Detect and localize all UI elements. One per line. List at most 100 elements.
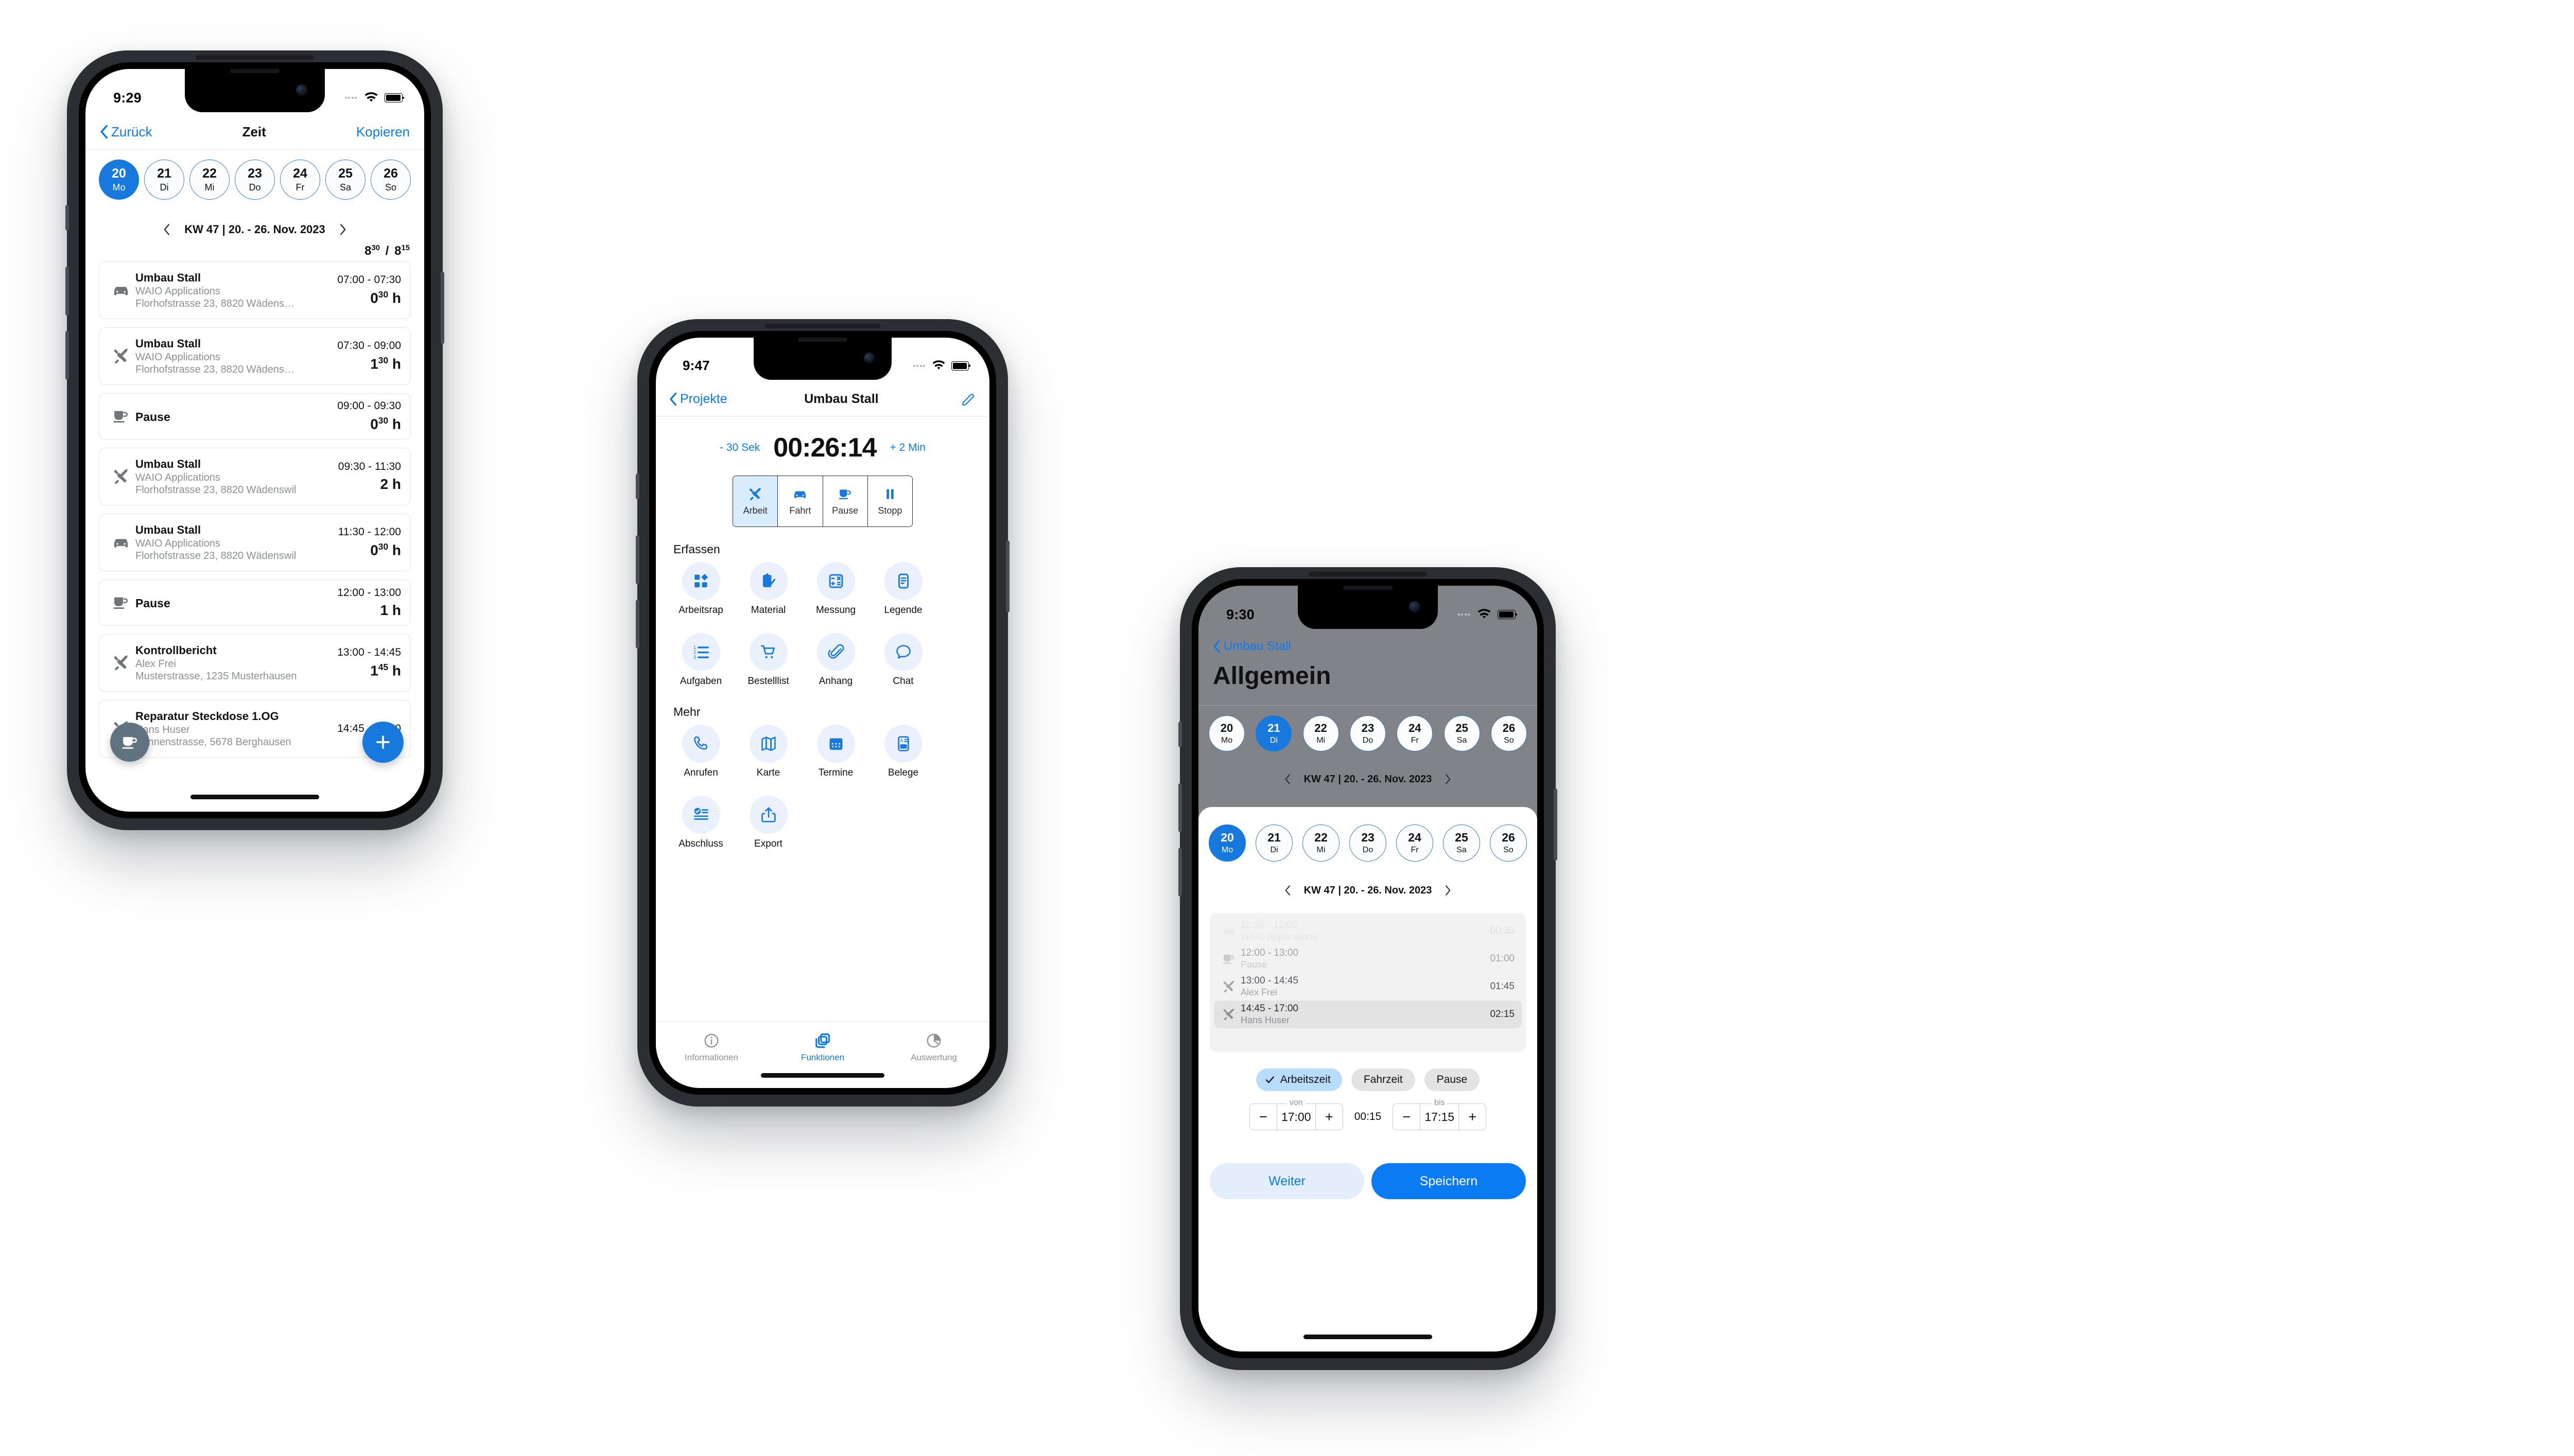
mode-arbeit[interactable]: Arbeit [733, 476, 778, 527]
edit-button[interactable] [955, 391, 976, 407]
day-pill-mo[interactable]: 20 Mo [1209, 825, 1246, 862]
day-pill-fr[interactable]: 24 Fr [1396, 825, 1433, 862]
table-row[interactable]: Umbau Stall WAIO Applications Florhofstras… [99, 327, 411, 385]
table-row[interactable]: Pause 09:00 - 09:30 030 h [99, 393, 411, 440]
day-pill-sa[interactable]: 25 Sa [1443, 715, 1480, 751]
entry-list-box[interactable]: 11:30 - 12:00 WAIO Applications 00:30 12:00… [1210, 913, 1526, 1052]
grid-item-anhang[interactable]: Anhang [802, 633, 869, 704]
timer-plus-button[interactable]: + 2 Min [890, 442, 925, 454]
entry-text: Umbau Stall WAIO Applications Florhofstras… [135, 523, 331, 562]
chevron-right-icon[interactable] [340, 224, 346, 235]
grid-item-chat[interactable]: Chat [869, 633, 937, 704]
day-pill-di[interactable]: 21 Di [1256, 825, 1293, 862]
day-pill-mi[interactable]: 22 Mi [1302, 715, 1339, 751]
to-time-value[interactable]: 17:15 [1420, 1104, 1459, 1130]
to-plus-button[interactable]: + [1459, 1104, 1486, 1130]
sheet-day-selector[interactable]: 20 Mo 21 Di 22 Mi 23 Do 24 Fr 25 Sa 26 So [1209, 825, 1527, 862]
mode-fahrt[interactable]: Fahrt [778, 476, 823, 527]
pause-fab-button[interactable] [110, 723, 149, 762]
back-button[interactable]: Zurück [100, 124, 152, 140]
grid-item-export[interactable]: Export [735, 796, 802, 867]
mode-stopp[interactable]: Stopp [867, 476, 912, 527]
weiter-button[interactable]: Weiter [1210, 1163, 1364, 1199]
sheet-week-navigator[interactable]: KW 47 | 20. - 26. Nov. 2023 [1198, 881, 1537, 900]
bg-back-button[interactable]: Umbau Stall [1213, 639, 1291, 654]
back-button[interactable]: Projekte [669, 392, 727, 407]
sheet-list-item[interactable]: 12:00 - 13:00 Pause 01:00 [1214, 945, 1522, 973]
day-pill-di[interactable]: 21 Di [144, 160, 184, 200]
day-pill-sa[interactable]: 25 Sa [1443, 825, 1480, 862]
copy-button[interactable]: Kopieren [356, 124, 410, 140]
week-navigator[interactable]: KW 47 | 20. - 26. Nov. 2023 [85, 219, 424, 240]
table-row[interactable]: Kontrollbericht Alex Frei Musterstrasse, 1… [99, 634, 411, 692]
grid-item-abschluss[interactable]: Abschluss [667, 796, 735, 867]
tab-funktionen[interactable]: Funktionen [767, 1022, 878, 1074]
grid-item-anrufen[interactable]: Anrufen [667, 725, 735, 796]
erfassen-grid[interactable]: Arbeitsrap Material Messung Legende 1 2 3 Aufga… [667, 562, 984, 704]
sheet-list-item[interactable]: 14:45 - 17:00 Hans Huser 02:15 [1214, 1001, 1522, 1028]
day-pill-di[interactable]: 21 Di [1256, 715, 1292, 751]
type-chip-group[interactable]: Arbeitszeit Fahrzeit Pause [1198, 1068, 1537, 1091]
grid-item-arbeitsrap[interactable]: Arbeitsrap [667, 562, 735, 633]
grid-item-bestelllist[interactable]: Bestelllist [735, 633, 802, 704]
time-entry-list[interactable]: Umbau Stall WAIO Applications Florhofstras… [99, 261, 411, 812]
from-time-stepper[interactable]: von − 17:00 + [1249, 1098, 1343, 1130]
grid-item-material[interactable]: Material [735, 562, 802, 633]
day-pill-so[interactable]: 26 So [1490, 825, 1527, 862]
to-time-stepper[interactable]: bis − 17:15 + [1393, 1098, 1487, 1130]
add-entry-fab-button[interactable] [362, 722, 404, 763]
grid-item-termine[interactable]: Termine [802, 725, 869, 796]
chevron-right-icon[interactable] [1445, 885, 1451, 896]
to-minus-button[interactable]: − [1393, 1104, 1420, 1130]
table-row[interactable]: Umbau Stall WAIO Applications Florhofstras… [99, 514, 411, 571]
chip-arbeitszeit[interactable]: Arbeitszeit [1256, 1068, 1342, 1091]
speichern-button[interactable]: Speichern [1371, 1163, 1526, 1199]
grid-item-legende[interactable]: Legende [869, 562, 937, 633]
mode-pause[interactable]: Pause [823, 476, 868, 527]
day-pill-do[interactable]: 23 Do [1349, 715, 1386, 751]
day-pill-sa[interactable]: 25 Sa [325, 160, 366, 200]
tab-bar[interactable]: Informationen Funktionen Auswertung [656, 1021, 989, 1088]
bg-week-navigator[interactable]: KW 47 | 20. - 26. Nov. 2023 [1198, 770, 1537, 788]
chip-pause[interactable]: Pause [1424, 1068, 1480, 1091]
day-pill-mi[interactable]: 22 Mi [189, 160, 230, 200]
grid-item-aufgaben[interactable]: 1 2 3 Aufgaben [667, 633, 735, 704]
day-pill-do[interactable]: 23 Do [1349, 825, 1386, 862]
timer-minus-button[interactable]: - 30 Sek [720, 442, 760, 454]
sheet-list-item[interactable]: 13:00 - 14:45 Alex Frei 01:45 [1214, 973, 1522, 1001]
tab-informationen[interactable]: Informationen [656, 1022, 767, 1074]
grid-item-bubble [682, 725, 720, 763]
from-plus-button[interactable]: + [1316, 1104, 1343, 1130]
grid-item-belege[interactable]: A Belege [869, 725, 937, 796]
from-time-value[interactable]: 17:00 [1276, 1104, 1316, 1130]
mehr-grid[interactable]: Anrufen Karte Termine A Belege Abschluss Expor… [667, 725, 984, 867]
table-row[interactable]: Pause 12:00 - 13:00 1 h [99, 580, 411, 626]
sheet-week-label: KW 47 | 20. - 26. Nov. 2023 [1303, 884, 1432, 896]
bg-day-selector[interactable]: 20 Mo 21 Di 22 Mi 23 Do 24 Fr 25 Sa 26 So [1209, 715, 1527, 751]
day-pill-so[interactable]: 26 So [1490, 715, 1527, 751]
day-pill-do[interactable]: 23 Do [235, 160, 275, 200]
chevron-right-icon[interactable] [1445, 774, 1451, 784]
table-row[interactable]: Umbau Stall WAIO Applications Florhofstras… [99, 261, 411, 319]
day-pill-mo[interactable]: 20 Mo [1209, 715, 1245, 751]
day-pill-fr[interactable]: 24 Fr [280, 160, 320, 200]
day-pill-mo[interactable]: 20 Mo [99, 160, 139, 200]
grid-item-karte[interactable]: Karte [735, 725, 802, 796]
entry-subtitle: WAIO Applications [135, 537, 220, 549]
back-label: Zurück [111, 124, 152, 139]
grid-item-messung[interactable]: Messung [802, 562, 869, 633]
chevron-left-icon[interactable] [163, 224, 170, 235]
chevron-left-icon[interactable] [1284, 885, 1291, 896]
day-pill-mi[interactable]: 22 Mi [1302, 825, 1340, 862]
plus-icon [376, 735, 390, 749]
mode-segmented-control[interactable]: Arbeit Fahrt Pause Stopp [733, 476, 913, 527]
tab-auswertung[interactable]: Auswertung [878, 1022, 989, 1074]
sheet-list-item[interactable]: 11:30 - 12:00 WAIO Applications 00:30 [1214, 917, 1522, 945]
day-pill-fr[interactable]: 24 Fr [1397, 715, 1433, 751]
chip-fahrzeit[interactable]: Fahrzeit [1351, 1068, 1415, 1091]
from-minus-button[interactable]: − [1250, 1104, 1277, 1130]
table-row[interactable]: Umbau Stall WAIO Applications Florhofstras… [99, 448, 411, 505]
day-selector[interactable]: 20 Mo 21 Di 22 Mi 23 Do 24 Fr 25 Sa 26 So [99, 160, 411, 200]
chevron-left-icon[interactable] [1284, 774, 1291, 784]
day-pill-so[interactable]: 26 So [371, 160, 411, 200]
